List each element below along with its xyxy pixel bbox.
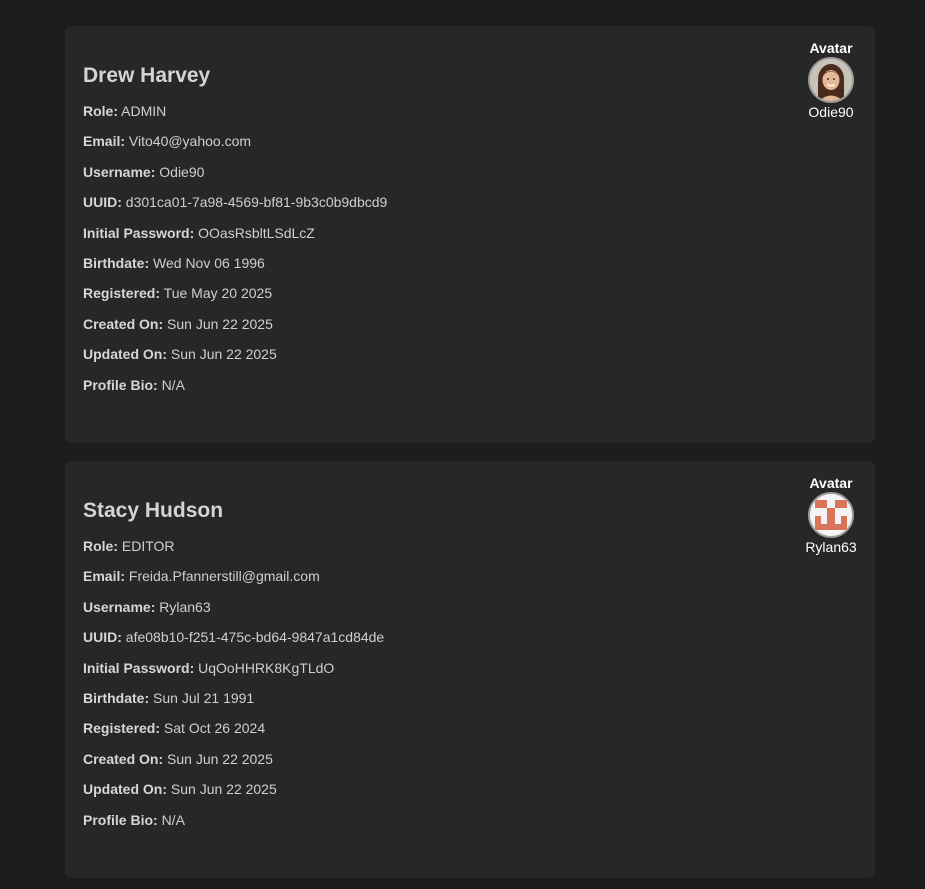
field-value: Sun Jun 22 2025 <box>167 750 273 767</box>
field-label: Email: <box>83 568 126 585</box>
avatar-username: Rylan63 <box>805 539 857 555</box>
field-registered: Registered: Tue May 20 2025 <box>83 285 857 301</box>
avatar-title: Avatar <box>809 475 853 491</box>
user-card: Drew Harvey Role: ADMIN Email: Vito40@ya… <box>65 26 875 443</box>
field-label: Initial Password: <box>83 659 195 676</box>
field-role: Role: ADMIN <box>83 103 857 119</box>
field-birthdate: Birthdate: Wed Nov 06 1996 <box>83 255 857 271</box>
field-value: EDITOR <box>121 538 175 554</box>
field-created-on: Created On: Sun Jun 22 2025 <box>83 316 857 332</box>
field-value: afe08b10-f251-475c-bd64-9847a1cd84de <box>125 629 385 646</box>
field-label: Birthdate: <box>83 689 150 706</box>
field-label: Username: <box>83 598 156 615</box>
field-registered: Registered: Sat Oct 26 2024 <box>83 720 857 736</box>
field-label: Role: <box>83 103 118 119</box>
field-label: Updated On: <box>83 346 167 363</box>
avatar-username: Odie90 <box>808 104 854 120</box>
identicon-avatar-icon <box>810 494 852 536</box>
field-profile-bio: Profile Bio: N/A <box>83 812 857 828</box>
field-uuid: UUID: d301ca01-7a98-4569-bf81-9b3c0b9dbc… <box>83 194 857 210</box>
field-value: ADMIN <box>121 103 167 119</box>
field-birthdate: Birthdate: Sun Jul 21 1991 <box>83 690 857 706</box>
user-name: Stacy Hudson <box>83 499 224 522</box>
field-label: Registered: <box>83 720 161 737</box>
field-value: N/A <box>161 811 185 828</box>
field-label: Birthdate: <box>83 254 150 271</box>
field-value: Sun Jul 21 1991 <box>153 689 255 706</box>
field-value: Odie90 <box>159 163 205 180</box>
field-value: UqOoHHRK8KgTLdO <box>198 659 335 676</box>
field-value: Rylan63 <box>159 598 211 615</box>
field-value: Vito40@yahoo.com <box>128 133 252 150</box>
field-value: Freida.Pfannerstill@gmail.com <box>128 568 320 585</box>
field-initial-password: Initial Password: UqOoHHRK8KgTLdO <box>83 660 857 676</box>
field-label: Role: <box>83 538 118 554</box>
field-label: Created On: <box>83 315 164 332</box>
field-username: Username: Odie90 <box>83 164 857 180</box>
user-card: Stacy Hudson Role: EDITOR Email: Freida.… <box>65 461 875 878</box>
user-name: Drew Harvey <box>83 64 211 87</box>
field-value: Sun Jun 22 2025 <box>170 781 277 798</box>
avatar-title: Avatar <box>809 40 853 56</box>
field-label: Username: <box>83 163 156 180</box>
field-initial-password: Initial Password: OOasRsbltLSdLcZ <box>83 225 857 241</box>
field-role: Role: EDITOR <box>83 538 857 554</box>
avatar <box>808 492 854 538</box>
field-value: Wed Nov 06 1996 <box>153 254 265 271</box>
field-label: Updated On: <box>83 781 167 798</box>
field-value: Sun Jun 22 2025 <box>170 346 277 363</box>
field-username: Username: Rylan63 <box>83 599 857 615</box>
field-label: UUID: <box>83 629 122 646</box>
field-profile-bio: Profile Bio: N/A <box>83 377 857 393</box>
avatar-block: Avatar Rylan63 <box>801 475 861 555</box>
field-created-on: Created On: Sun Jun 22 2025 <box>83 751 857 767</box>
field-label: Created On: <box>83 750 164 767</box>
field-value: OOasRsbltLSdLcZ <box>198 224 315 241</box>
field-uuid: UUID: afe08b10-f251-475c-bd64-9847a1cd84… <box>83 629 857 645</box>
field-value: Sun Jun 22 2025 <box>167 315 273 332</box>
avatar-block: Avatar Odie90 <box>801 40 861 120</box>
avatar <box>808 57 854 103</box>
field-updated-on: Updated On: Sun Jun 22 2025 <box>83 781 857 797</box>
field-email: Email: Vito40@yahoo.com <box>83 133 857 149</box>
field-label: Profile Bio: <box>83 811 158 828</box>
field-label: Email: <box>83 133 126 150</box>
field-label: UUID: <box>83 194 122 211</box>
field-label: Initial Password: <box>83 224 195 241</box>
field-value: Tue May 20 2025 <box>163 285 273 302</box>
field-updated-on: Updated On: Sun Jun 22 2025 <box>83 346 857 362</box>
field-value: d301ca01-7a98-4569-bf81-9b3c0b9dbcd9 <box>125 194 388 211</box>
field-label: Profile Bio: <box>83 376 158 393</box>
field-value: N/A <box>161 376 185 393</box>
field-label: Registered: <box>83 285 161 302</box>
field-email: Email: Freida.Pfannerstill@gmail.com <box>83 568 857 584</box>
portrait-avatar-icon <box>810 59 852 101</box>
field-value: Sat Oct 26 2024 <box>163 720 266 737</box>
